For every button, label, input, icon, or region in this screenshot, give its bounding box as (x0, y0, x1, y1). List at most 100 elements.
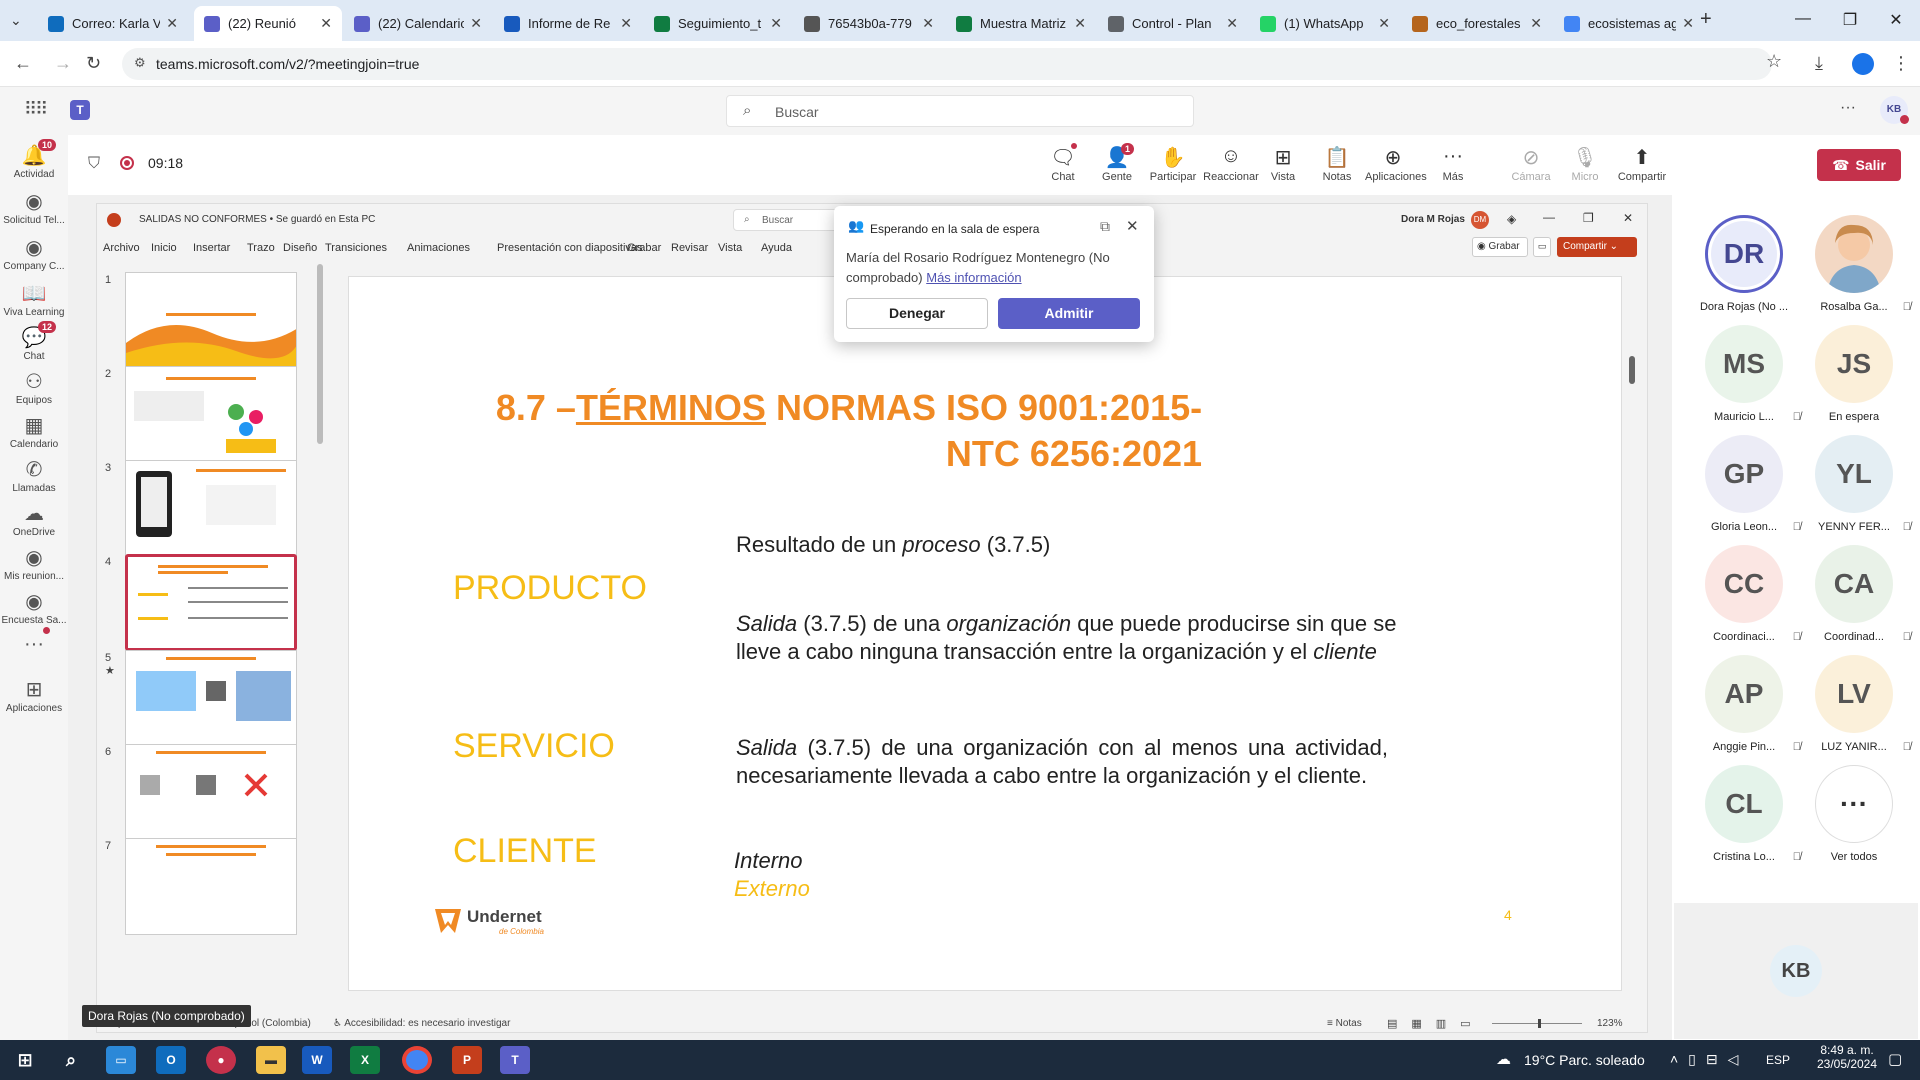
ppt-menu-item[interactable]: Inicio (151, 242, 177, 254)
ppt-user-avatar[interactable]: DM (1471, 211, 1489, 229)
tab-close-icon[interactable]: ✕ (770, 15, 782, 32)
ppt-menu-item[interactable]: Insertar (193, 242, 230, 254)
meeting-control-aplicaciones[interactable]: ⊕ Aplicaciones (1365, 145, 1427, 183)
rail-more-icon[interactable]: ··· (0, 627, 68, 659)
site-info-icon[interactable]: ⚙ (134, 55, 146, 71)
ppt-menu-item[interactable]: Revisar (671, 242, 708, 254)
ppt-menu-item[interactable]: Vista (718, 242, 742, 254)
participant-tile[interactable]: LV LUZ YANIR... 🎙̸ (1799, 655, 1911, 753)
more-info-link[interactable]: Más información (926, 270, 1021, 285)
url-field[interactable]: ⚙ teams.microsoft.com/v2/?meetingjoin=tr… (122, 48, 1772, 80)
zoom-level[interactable]: 123% (1597, 1018, 1623, 1029)
status-accessibility[interactable]: ♿ Accesibilidad: es necesario investigar (333, 1018, 510, 1029)
shield-icon[interactable]: ⛉ (88, 155, 100, 173)
rail-item[interactable]: 💬 12 Chat (0, 321, 68, 362)
weather-text[interactable]: 19°C Parc. soleado (1524, 1052, 1645, 1068)
ppt-share-button[interactable]: Compartir ⌄ (1557, 237, 1637, 257)
participant-tile[interactable]: CL Cristina Lo... 🎙̸ (1689, 765, 1801, 863)
slide-thumbnail[interactable] (125, 650, 297, 747)
browser-tab[interactable]: ecosistemas ag ✕ (1554, 6, 1704, 41)
browser-tab[interactable]: Muestra Matriz ✕ (946, 6, 1096, 41)
rail-item[interactable]: ⊞ Aplicaciones (0, 677, 68, 714)
tab-close-icon[interactable]: ✕ (1226, 15, 1238, 32)
taskbar-chrome-icon[interactable] (402, 1046, 432, 1074)
browser-tab[interactable]: Informe de Re ✕ (494, 6, 642, 41)
rail-item[interactable]: 🔔 10 Actividad (0, 139, 68, 180)
meeting-control-chat[interactable]: 🗨 Chat (1035, 143, 1091, 183)
slide-thumbnail[interactable] (125, 554, 297, 651)
rail-item[interactable]: ◉ Encuesta Sa... (0, 589, 68, 626)
browser-tab[interactable]: Control - Plan ✕ (1098, 6, 1248, 41)
taskbar-explorer-icon[interactable]: ▬ (256, 1046, 286, 1074)
tab-close-icon[interactable]: ✕ (470, 15, 482, 32)
deny-button[interactable]: Denegar (846, 298, 988, 329)
taskbar-word-icon[interactable]: W (302, 1046, 332, 1074)
participant-tile[interactable]: ··· Ver todos (1799, 765, 1909, 863)
meeting-control-reaccionar[interactable]: ☺ Reaccionar (1203, 145, 1259, 183)
bookmark-star-icon[interactable]: ☆ (1766, 51, 1782, 72)
meeting-control-notas[interactable]: 📋 Notas (1309, 145, 1365, 183)
user-avatar[interactable]: KB (1880, 96, 1909, 124)
ppt-restore-icon[interactable]: ❐ (1583, 211, 1594, 225)
ppt-menu-item[interactable]: Ayuda (761, 242, 792, 254)
slide-thumbnail[interactable] (125, 366, 297, 463)
taskbar-search-icon[interactable]: ⌕ (56, 1046, 86, 1074)
taskbar-powerpoint-icon[interactable]: P (452, 1046, 482, 1074)
participant-tile[interactable]: AP Anggie Pin... 🎙̸ (1689, 655, 1801, 753)
participant-tile[interactable]: DR Dora Rojas (No ... (1689, 215, 1799, 313)
browser-tab[interactable]: (22) Calendario ✕ (344, 6, 492, 41)
rail-item[interactable]: ✆ Llamadas (0, 457, 68, 494)
ppt-menu-item[interactable]: Presentación con diapositivas (497, 242, 643, 254)
admit-button[interactable]: Admitir (998, 298, 1140, 329)
slide-thumbnail[interactable] (125, 460, 297, 557)
new-tab-icon[interactable]: + (1700, 8, 1712, 31)
browser-tab[interactable]: (22) Reunió ✕ (194, 6, 342, 41)
tab-close-icon[interactable]: ✕ (922, 15, 934, 32)
rail-item[interactable]: ☁ OneDrive (0, 501, 68, 538)
rail-item[interactable]: ◉ Solicitud Tel... (0, 189, 68, 226)
browser-tab[interactable]: Seguimiento_t ✕ (644, 6, 792, 41)
ppt-record-button[interactable]: ◉ Grabar (1472, 237, 1528, 257)
ppt-minimize-icon[interactable]: — (1543, 210, 1555, 224)
participant-tile[interactable]: Rosalba Ga... 🎙̸ (1799, 215, 1911, 313)
taskbar-teams-icon[interactable]: T (500, 1046, 530, 1074)
ppt-menu-item[interactable]: Transiciones (325, 242, 387, 254)
rail-item[interactable]: 📖 Viva Learning (0, 281, 68, 318)
tab-close-icon[interactable]: ✕ (1682, 15, 1694, 32)
zoom-slider[interactable] (1492, 1019, 1582, 1028)
taskbar-outlook-icon[interactable]: O (156, 1046, 186, 1074)
minimize-icon[interactable]: — (1783, 10, 1823, 28)
ppt-menu-item[interactable]: Archivo (103, 242, 140, 254)
ppt-comment-icon[interactable]: ▭ (1533, 237, 1551, 257)
tray-icons[interactable]: ˄▯⊟◁ (1670, 1051, 1748, 1068)
participant-tile[interactable]: MS Mauricio L... 🎙̸ (1689, 325, 1801, 423)
rail-item[interactable]: ◉ Company C... (0, 235, 68, 272)
reload-icon[interactable]: ↻ (86, 53, 101, 74)
leave-button[interactable]: ☎ Salir (1817, 149, 1901, 181)
tab-close-icon[interactable]: ✕ (1530, 15, 1542, 32)
meeting-control-participar[interactable]: ✋ Participar (1145, 145, 1201, 183)
tab-close-icon[interactable]: ✕ (320, 15, 332, 32)
forward-icon[interactable]: → (54, 53, 72, 74)
ppt-close-icon[interactable]: ✕ (1623, 211, 1633, 225)
slide-thumbnail[interactable] (125, 744, 297, 841)
taskbar-excel-icon[interactable]: X (350, 1046, 380, 1074)
tab-close-icon[interactable]: ✕ (620, 15, 632, 32)
taskbar-app-icon[interactable]: ▭ (106, 1046, 136, 1074)
ppt-diamond-icon[interactable]: ◈ (1507, 212, 1516, 226)
thumb-scrollbar[interactable] (317, 264, 323, 444)
view-buttons[interactable]: ▤▦▥▭ (1387, 1017, 1485, 1030)
popout-icon[interactable]: ⧉ (1100, 218, 1110, 235)
tab-search-icon[interactable]: ⌄ (10, 12, 22, 29)
slide-thumbnail[interactable] (125, 272, 297, 369)
download-icon[interactable]: ⤓ (1815, 53, 1823, 74)
settings-more-icon[interactable]: ··· (1840, 99, 1856, 117)
tray-clock[interactable]: 8:49 a. m. 23/05/2024 (1812, 1043, 1882, 1071)
back-icon[interactable]: ← (14, 53, 32, 74)
meeting-control-gente[interactable]: 👤 1 Gente (1089, 143, 1145, 183)
ppt-menu-item[interactable]: Trazo (247, 242, 275, 254)
ppt-menu-item[interactable]: Diseño (283, 242, 317, 254)
rail-item[interactable]: ⚇ Equipos (0, 369, 68, 406)
restore-icon[interactable]: ❐ (1830, 10, 1870, 30)
rail-item[interactable]: ▦ Calendario (0, 413, 68, 450)
